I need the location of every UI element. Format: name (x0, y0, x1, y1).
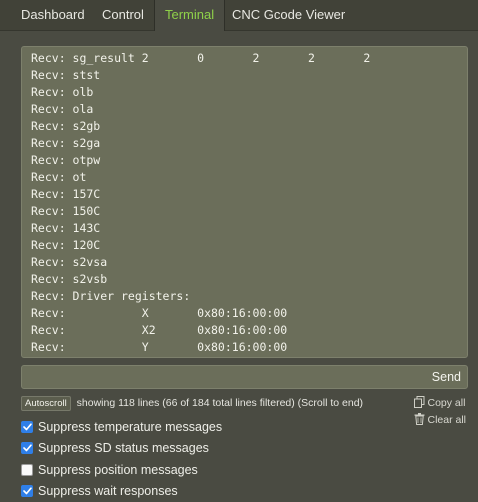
suppress-temperature-option[interactable]: Suppress temperature messages (21, 416, 222, 438)
filter-options: Suppress temperature messages Suppress S… (21, 416, 222, 502)
tab-terminal[interactable]: Terminal (154, 0, 225, 31)
terminal-line: Recv: ola (31, 101, 467, 118)
suppress-position-option[interactable]: Suppress position messages (21, 459, 222, 481)
terminal-output[interactable]: Recv: sg_result 2 0 2 2 2Recv: ststRecv:… (21, 46, 468, 358)
tab-bar: Dashboard Control Terminal CNC Gcode Vie… (0, 0, 478, 31)
terminal-line: Recv: Y 0x80:16:00:00 (31, 339, 467, 356)
clear-all-label: Clear all (427, 413, 466, 427)
terminal-line: Recv: s2ga (31, 135, 467, 152)
terminal-line: Recv: s2vsb (31, 271, 467, 288)
terminal-line: Recv: Y2 0x80:16:00:00 (31, 356, 467, 358)
line-count-text: showing 118 lines (66 of 184 total lines… (77, 396, 295, 410)
terminal-status: Autoscroll showing 118 lines (66 of 184 … (21, 396, 363, 410)
terminal-line: Recv: stst (31, 67, 467, 84)
terminal-line: Recv: 150C (31, 203, 467, 220)
suppress-temperature-label: Suppress temperature messages (38, 420, 222, 434)
terminal-line: Recv: X 0x80:16:00:00 (31, 305, 467, 322)
terminal-line: Recv: ot (31, 169, 467, 186)
tab-dashboard[interactable]: Dashboard (11, 0, 95, 30)
suppress-sd-status-checkbox[interactable] (21, 442, 33, 454)
terminal-line: Recv: s2gb (31, 118, 467, 135)
suppress-sd-status-option[interactable]: Suppress SD status messages (21, 438, 222, 460)
terminal-line: Recv: sg_result 2 0 2 2 2 (31, 50, 467, 67)
terminal-line: Recv: Driver registers: (31, 288, 467, 305)
terminal-line: Recv: X2 0x80:16:00:00 (31, 322, 467, 339)
suppress-wait-option[interactable]: Suppress wait responses (21, 481, 222, 502)
send-button[interactable]: Send (430, 366, 463, 388)
command-input[interactable] (22, 366, 424, 388)
suppress-position-label: Suppress position messages (38, 463, 198, 477)
tab-cnc-gcode-viewer[interactable]: CNC Gcode Viewer (222, 0, 355, 30)
copy-all-button[interactable]: Copy all (414, 396, 466, 413)
terminal-line: Recv: otpw (31, 152, 467, 169)
suppress-temperature-checkbox[interactable] (21, 421, 33, 433)
terminal-lines: Recv: sg_result 2 0 2 2 2Recv: ststRecv:… (31, 50, 467, 358)
terminal-line: Recv: 157C (31, 186, 467, 203)
terminal-actions: Copy all Clear all (414, 396, 466, 430)
scroll-to-end-link[interactable]: (Scroll to end) (298, 396, 363, 410)
terminal-line: Recv: 120C (31, 237, 467, 254)
suppress-wait-checkbox[interactable] (21, 485, 33, 497)
terminal-line: Recv: s2vsa (31, 254, 467, 271)
autoscroll-button[interactable]: Autoscroll (21, 396, 71, 411)
suppress-wait-label: Suppress wait responses (38, 484, 178, 498)
terminal-line: Recv: 143C (31, 220, 467, 237)
suppress-sd-status-label: Suppress SD status messages (38, 441, 209, 455)
suppress-position-checkbox[interactable] (21, 464, 33, 476)
terminal-line: Recv: olb (31, 84, 467, 101)
copy-all-label: Copy all (427, 396, 465, 410)
copy-icon (414, 396, 425, 408)
tab-control[interactable]: Control (92, 0, 154, 30)
clear-all-button[interactable]: Clear all (414, 413, 466, 430)
trash-icon (414, 413, 425, 425)
command-bar: Send (21, 365, 468, 389)
